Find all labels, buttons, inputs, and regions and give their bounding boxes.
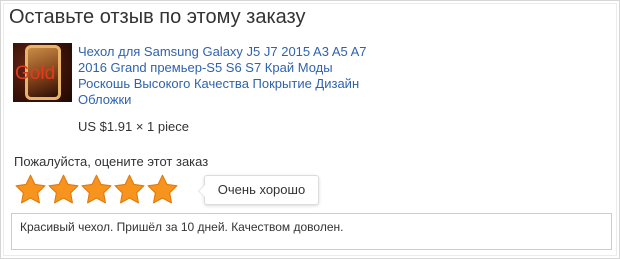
star-icon[interactable] <box>14 173 47 206</box>
star-icon[interactable] <box>47 173 80 206</box>
product-title-link[interactable]: Чехол для Samsung Galaxy J5 J7 2015 A3 A… <box>78 44 388 108</box>
rating-tooltip: Очень хорошо <box>198 175 319 205</box>
star-icon[interactable] <box>113 173 146 206</box>
star-icon[interactable] <box>80 173 113 206</box>
rating-label: Пожалуйста, оцените этот заказ <box>14 154 209 169</box>
page-title: Оставьте отзыв по этому заказу <box>9 6 306 28</box>
review-textarea[interactable]: Красивый чехол. Пришёл за 10 дней. Качес… <box>11 213 612 250</box>
star-rating <box>14 173 179 207</box>
product-image-logo: Gold <box>15 63 56 84</box>
product-image[interactable]: Gold <box>13 43 72 102</box>
feedback-card: Оставьте отзыв по этому заказу Gold Чехо… <box>0 0 620 259</box>
product-price: US $1.91 × 1 piece <box>78 119 189 134</box>
star-icon[interactable] <box>146 173 179 206</box>
